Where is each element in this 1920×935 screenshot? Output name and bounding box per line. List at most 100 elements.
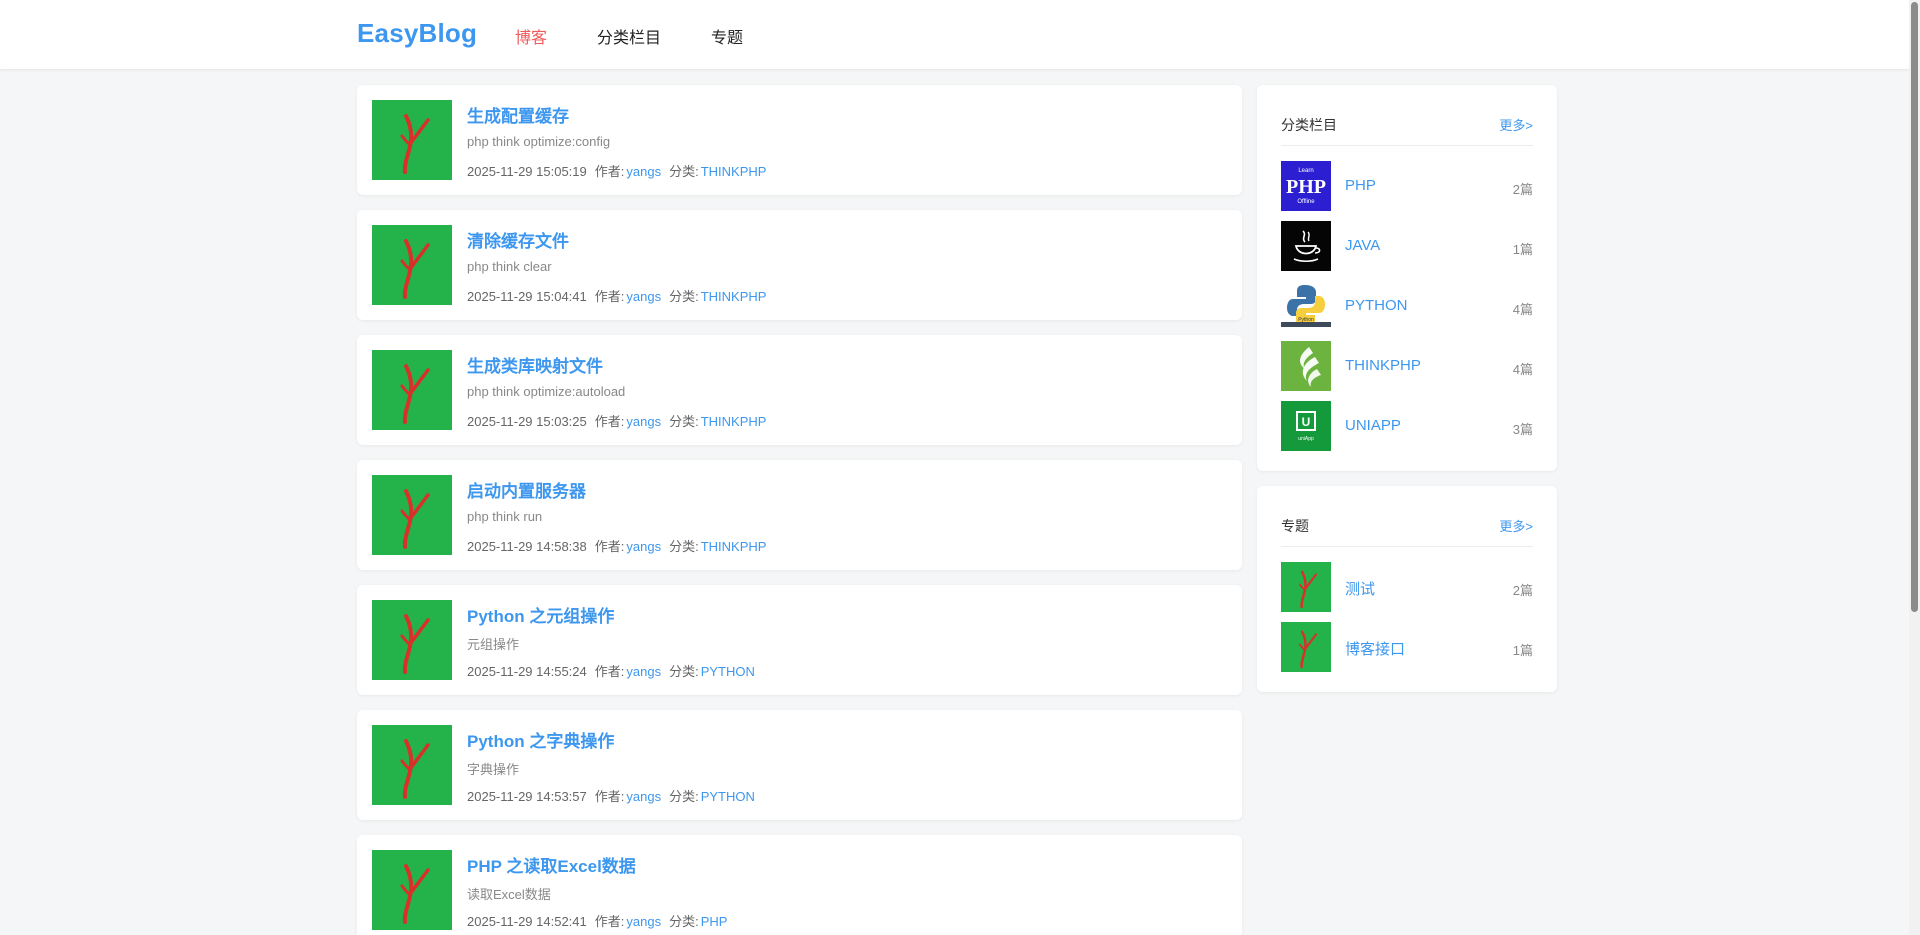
- author-link[interactable]: yangs: [626, 664, 661, 679]
- category-link[interactable]: THINKPHP: [701, 414, 767, 429]
- article-card: 生成类库映射文件 php think optimize:autoload 202…: [357, 335, 1242, 445]
- topic-count: 1篇: [1512, 643, 1533, 658]
- category-link[interactable]: PYTHON: [701, 789, 755, 804]
- nav-topics[interactable]: 专题: [711, 24, 743, 48]
- article-meta: 2025-11-29 15:04:41 作者: yangs 分类: THINKPHP: [467, 286, 766, 305]
- topic-name[interactable]: 博客接口: [1345, 638, 1405, 659]
- category-name[interactable]: PHP: [1345, 177, 1376, 194]
- category-item-python[interactable]: Python PYTHON 4篇: [1281, 281, 1533, 331]
- article-thumb-icon[interactable]: [372, 600, 452, 680]
- page-scrollbar[interactable]: [1909, 0, 1920, 935]
- category-name[interactable]: PYTHON: [1345, 297, 1408, 314]
- article-card: Python 之字典操作 字典操作 2025-11-29 14:53:57 作者:…: [357, 710, 1242, 820]
- uniapp-icon-text: uniApp: [1298, 436, 1314, 442]
- article-thumb-icon[interactable]: [372, 100, 452, 180]
- nav-categories[interactable]: 分类栏目: [597, 24, 661, 48]
- article-card: 启动内置服务器 php think run 2025-11-29 14:58:3…: [357, 460, 1242, 570]
- article-title[interactable]: PHP 之读取Excel数据: [467, 852, 636, 877]
- article-date: 2025-11-29 14:55:24: [467, 664, 587, 679]
- category-link[interactable]: PYTHON: [701, 664, 755, 679]
- article-date: 2025-11-29 14:58:38: [467, 539, 587, 554]
- article-date: 2025-11-29 14:52:41: [467, 914, 587, 929]
- category-count: 4篇: [1512, 302, 1533, 317]
- category-item-thinkphp[interactable]: THINKPHP 4篇: [1281, 341, 1533, 391]
- article-title[interactable]: 清除缓存文件: [467, 227, 569, 252]
- category-name[interactable]: JAVA: [1345, 237, 1380, 254]
- article-title[interactable]: Python 之字典操作: [467, 727, 614, 752]
- topic-count: 2篇: [1512, 583, 1533, 598]
- article-title[interactable]: Python 之元组操作: [467, 602, 614, 627]
- php-icon-main-text: PHP: [1286, 176, 1326, 198]
- article-meta: 2025-11-29 15:03:25 作者: yangs 分类: THINKPHP: [467, 411, 766, 430]
- article-desc: 读取Excel数据: [467, 887, 551, 902]
- php-icon-bottom-text: Offline: [1297, 199, 1315, 205]
- article-desc: php think clear: [467, 259, 552, 274]
- article-desc: 元组操作: [467, 637, 520, 652]
- author-link[interactable]: yangs: [626, 289, 661, 304]
- article-thumb-icon[interactable]: [372, 475, 452, 555]
- category-link[interactable]: THINKPHP: [701, 539, 767, 554]
- article-desc: 字典操作: [467, 762, 520, 777]
- topic-item[interactable]: 博客接口 1篇: [1281, 622, 1533, 672]
- author-label: 作者:: [594, 414, 625, 429]
- article-meta: 2025-11-29 14:55:24 作者: yangs 分类: PYTHON: [467, 661, 755, 680]
- article-thumb-icon[interactable]: [372, 850, 452, 930]
- category-link[interactable]: THINKPHP: [701, 289, 767, 304]
- category-name[interactable]: UNIAPP: [1345, 417, 1401, 434]
- article-thumb-icon[interactable]: [372, 725, 452, 805]
- category-panel-title: 分类栏目: [1281, 117, 1337, 133]
- article-desc: php think optimize:autoload: [467, 384, 626, 399]
- author-link[interactable]: yangs: [626, 539, 661, 554]
- article-date: 2025-11-29 15:05:19: [467, 164, 587, 179]
- category-label: 分类:: [669, 539, 699, 554]
- author-label: 作者:: [594, 789, 625, 804]
- topic-more-link[interactable]: 更多>: [1499, 516, 1533, 535]
- category-item-uniapp[interactable]: U uniApp UNIAPP 3篇: [1281, 401, 1533, 451]
- article-title[interactable]: 生成类库映射文件: [467, 352, 603, 377]
- php-logo-icon: Learn PHP Offline: [1281, 161, 1331, 211]
- category-item-java[interactable]: JAVA 1篇: [1281, 221, 1533, 271]
- topic-item[interactable]: 测试 2篇: [1281, 562, 1533, 612]
- php-icon-top-text: Learn: [1298, 168, 1313, 174]
- category-label: 分类:: [669, 789, 699, 804]
- site-logo[interactable]: EasyBlog: [357, 18, 477, 49]
- category-label: 分类:: [669, 914, 699, 929]
- topic-thumb-icon: [1281, 562, 1331, 612]
- article-date: 2025-11-29 15:04:41: [467, 289, 587, 304]
- topic-thumb-icon: [1281, 622, 1331, 672]
- category-count: 3篇: [1512, 422, 1533, 437]
- author-link[interactable]: yangs: [626, 789, 661, 804]
- article-title[interactable]: 启动内置服务器: [467, 477, 586, 502]
- article-thumb-icon[interactable]: [372, 350, 452, 430]
- author-label: 作者:: [594, 664, 625, 679]
- topic-panel-header: 专题 更多>: [1281, 516, 1533, 547]
- nav-blog[interactable]: 博客: [515, 24, 547, 48]
- article-card: PHP 之读取Excel数据 读取Excel数据 2025-11-29 14:5…: [357, 835, 1242, 935]
- python-icon-text: Python: [1298, 317, 1314, 323]
- category-count: 4篇: [1512, 362, 1533, 377]
- category-name[interactable]: THINKPHP: [1345, 357, 1421, 374]
- author-link[interactable]: yangs: [626, 914, 661, 929]
- uniapp-logo-icon: U uniApp: [1281, 401, 1331, 451]
- uniapp-icon-letter: U: [1302, 415, 1311, 429]
- category-label: 分类:: [669, 414, 699, 429]
- article-meta: 2025-11-29 14:53:57 作者: yangs 分类: PYTHON: [467, 786, 755, 805]
- article-thumb-icon[interactable]: [372, 225, 452, 305]
- topic-panel: 专题 更多> 测试 2篇 博客接口 1篇: [1257, 486, 1557, 692]
- category-label: 分类:: [669, 164, 699, 179]
- author-link[interactable]: yangs: [626, 414, 661, 429]
- scrollbar-thumb[interactable]: [1911, 2, 1918, 612]
- category-link[interactable]: THINKPHP: [701, 164, 767, 179]
- topic-name[interactable]: 测试: [1345, 578, 1375, 599]
- java-logo-icon: [1281, 221, 1331, 271]
- category-link[interactable]: PHP: [701, 914, 728, 929]
- article-title[interactable]: 生成配置缓存: [467, 102, 569, 127]
- author-link[interactable]: yangs: [626, 164, 661, 179]
- thinkphp-logo-icon: [1281, 341, 1331, 391]
- article-desc: php think run: [467, 509, 543, 524]
- category-item-php[interactable]: Learn PHP Offline PHP 2篇: [1281, 161, 1533, 211]
- category-more-link[interactable]: 更多>: [1499, 115, 1533, 134]
- article-meta: 2025-11-29 14:52:41 作者: yangs 分类: PHP: [467, 911, 727, 930]
- author-label: 作者:: [594, 539, 625, 554]
- category-label: 分类:: [669, 664, 699, 679]
